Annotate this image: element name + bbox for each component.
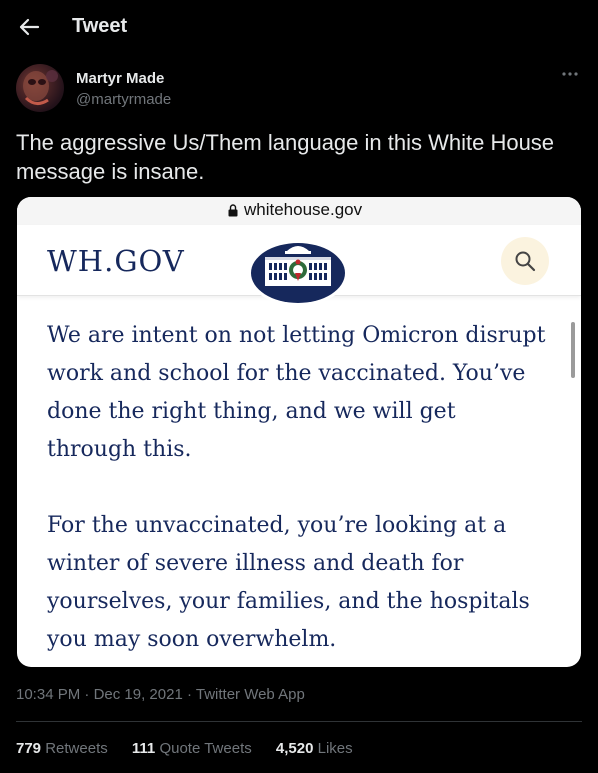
paragraph-vaccinated: We are intent on not letting Omicron dis… [47, 323, 546, 462]
likes-label: Likes [317, 740, 353, 757]
lock-icon [228, 204, 238, 217]
tweet-timestamp[interactable]: 10:34 PM · Dec 19, 2021 · Twitter Web Ap… [16, 686, 305, 703]
retweets-label: Retweets [45, 740, 108, 757]
more-dots-icon[interactable] [560, 68, 580, 80]
tweet-author: Martyr Made @martyrmade [16, 64, 582, 116]
site-logo: WH.GOV [47, 244, 185, 278]
browser-url-bar: whitehouse.gov [17, 197, 581, 225]
tweet-stats: 779 Retweets 111 Quote Tweets 4,520 Like… [16, 740, 373, 757]
retweets-stat[interactable]: 779 Retweets [16, 740, 108, 757]
tweet-media-image[interactable]: whitehouse.gov WH.GOV We are intent on n… [17, 197, 581, 667]
url-text: whitehouse.gov [244, 200, 363, 219]
search-icon [515, 251, 536, 272]
site-header: WH.GOV [17, 225, 581, 306]
tweet-source: Twitter Web App [195, 686, 305, 703]
scrollbar[interactable] [571, 322, 575, 378]
author-handle: @martyrmade [76, 91, 172, 108]
tweet-time: 10:34 PM [16, 686, 81, 703]
quotes-label: Quote Tweets [159, 740, 252, 757]
arrow-left-icon[interactable] [18, 17, 40, 37]
quotes-count: 111 [131, 740, 156, 757]
avatar[interactable] [16, 64, 64, 112]
page-title: Tweet [72, 15, 128, 37]
tweet-text: The aggressive Us/Them language in this … [16, 130, 555, 184]
search-button[interactable] [501, 237, 549, 285]
retweets-count: 779 [16, 740, 42, 757]
statement-text: We are intent on not letting Omicron dis… [47, 317, 547, 659]
likes-stat[interactable]: 4,520 Likes [276, 740, 353, 757]
divider [16, 721, 582, 722]
tweet-date: Dec 19, 2021 [93, 686, 183, 703]
white-house-seal-icon [248, 240, 348, 306]
quote-tweets-stat[interactable]: 111 Quote Tweets [132, 740, 252, 757]
likes-count: 4,520 [275, 740, 314, 757]
author-name[interactable]: Martyr Made [76, 70, 164, 87]
paragraph-unvaccinated: For the unvaccinated, you’re looking at … [47, 513, 530, 652]
tweet-header: Tweet [0, 0, 598, 54]
